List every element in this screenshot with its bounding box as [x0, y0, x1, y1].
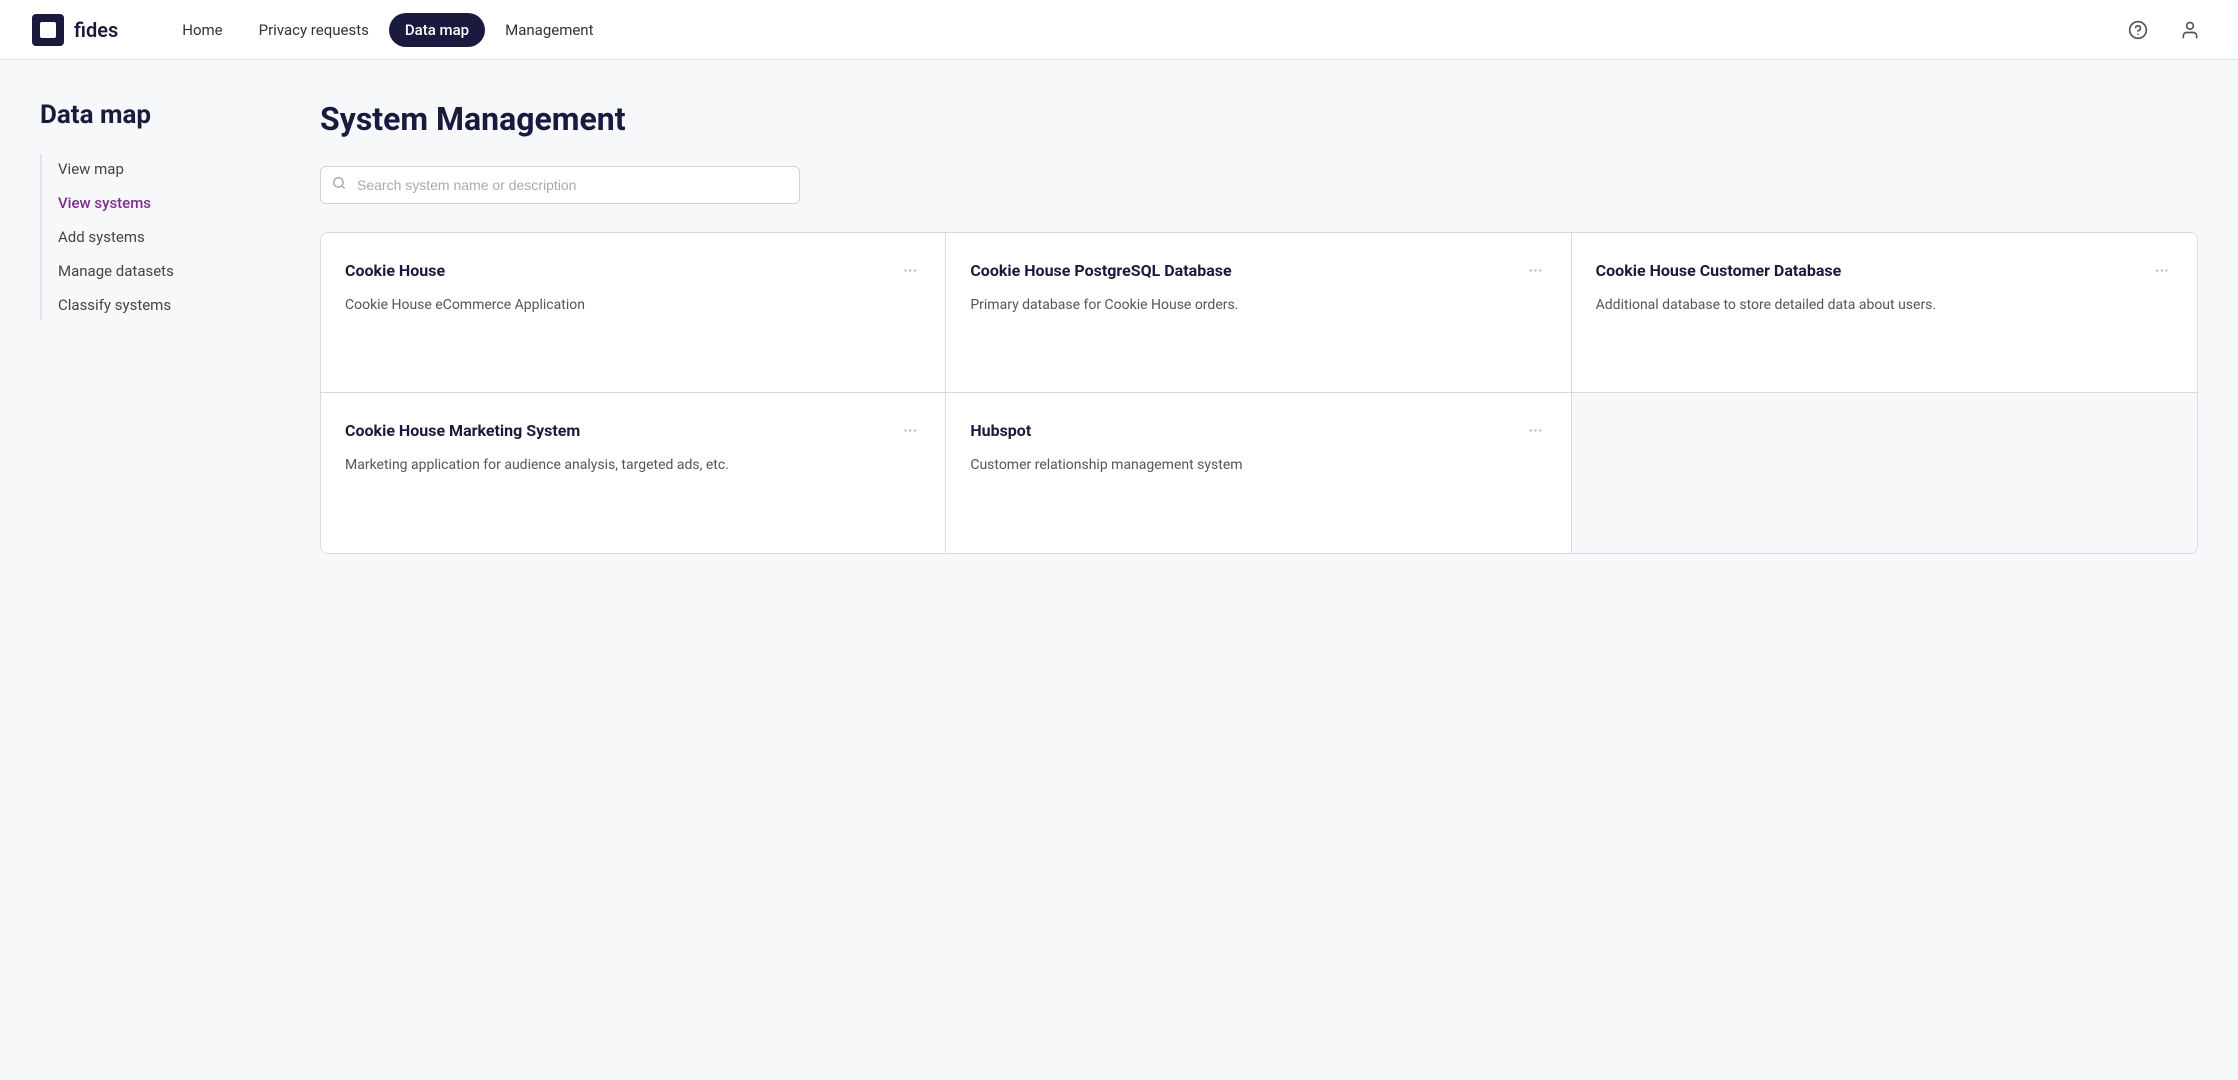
nav-links: Home Privacy requests Data map Managemen… — [166, 13, 2090, 47]
card-menu-button[interactable]: ··· — [899, 421, 921, 443]
logo-icon-inner — [40, 22, 56, 38]
nav-home[interactable]: Home — [166, 13, 238, 47]
card-menu-button[interactable]: ··· — [899, 261, 921, 283]
sidebar: Data map View map View systems Add syste… — [0, 60, 280, 1080]
card-description: Primary database for Cookie House orders… — [970, 295, 1546, 316]
sidebar-item-classify-systems[interactable]: Classify systems — [58, 290, 256, 320]
card-header: Cookie House Marketing System ··· — [345, 421, 921, 443]
nav-management[interactable]: Management — [489, 13, 609, 47]
nav-privacy-requests[interactable]: Privacy requests — [243, 13, 385, 47]
card-header: Cookie House ··· — [345, 261, 921, 283]
systems-grid: Cookie House ··· Cookie House eCommerce … — [320, 232, 2198, 554]
main-content: System Management Cookie House ··· — [280, 60, 2238, 1080]
top-nav: fides Home Privacy requests Data map Man… — [0, 0, 2238, 60]
logo-area: fides — [32, 14, 118, 46]
sidebar-item-add-systems[interactable]: Add systems — [58, 222, 256, 252]
nav-data-map[interactable]: Data map — [389, 13, 485, 47]
search-icon — [332, 176, 346, 194]
card-title: Cookie House Marketing System — [345, 421, 899, 442]
page-title: System Management — [320, 100, 2198, 138]
sidebar-item-view-map[interactable]: View map — [58, 154, 256, 184]
card-description: Marketing application for audience analy… — [345, 455, 921, 476]
nav-right — [2122, 14, 2206, 46]
search-input[interactable] — [320, 166, 800, 204]
page-layout: Data map View map View systems Add syste… — [0, 60, 2238, 1080]
card-title: Cookie House PostgreSQL Database — [970, 261, 1524, 282]
search-input-wrapper — [320, 166, 800, 204]
user-button[interactable] — [2174, 14, 2206, 46]
sidebar-title: Data map — [40, 100, 256, 130]
system-card-hubspot[interactable]: Hubspot ··· Customer relationship manage… — [946, 393, 1571, 553]
system-card-customer-db[interactable]: Cookie House Customer Database ··· Addit… — [1572, 233, 2197, 393]
help-button[interactable] — [2122, 14, 2154, 46]
logo-icon — [32, 14, 64, 46]
card-title: Cookie House Customer Database — [1596, 261, 2151, 282]
system-card-empty — [1572, 393, 2197, 553]
sidebar-nav: View map View systems Add systems Manage… — [40, 154, 256, 320]
system-card-cookie-house[interactable]: Cookie House ··· Cookie House eCommerce … — [321, 233, 946, 393]
card-description: Additional database to store detailed da… — [1596, 295, 2173, 316]
card-description: Cookie House eCommerce Application — [345, 295, 921, 316]
card-title: Hubspot — [970, 421, 1524, 442]
card-menu-button[interactable]: ··· — [1525, 421, 1547, 443]
logo-text: fides — [74, 18, 118, 42]
sidebar-item-view-systems[interactable]: View systems — [58, 188, 256, 218]
system-card-marketing[interactable]: Cookie House Marketing System ··· Market… — [321, 393, 946, 553]
card-description: Customer relationship management system — [970, 455, 1546, 476]
card-title: Cookie House — [345, 261, 899, 282]
card-header: Cookie House Customer Database ··· — [1596, 261, 2173, 283]
card-header: Cookie House PostgreSQL Database ··· — [970, 261, 1546, 283]
card-menu-button[interactable]: ··· — [2151, 261, 2173, 283]
card-header: Hubspot ··· — [970, 421, 1546, 443]
search-container — [320, 166, 2198, 204]
sidebar-item-manage-datasets[interactable]: Manage datasets — [58, 256, 256, 286]
system-card-postgresql[interactable]: Cookie House PostgreSQL Database ··· Pri… — [946, 233, 1571, 393]
card-menu-button[interactable]: ··· — [1525, 261, 1547, 283]
